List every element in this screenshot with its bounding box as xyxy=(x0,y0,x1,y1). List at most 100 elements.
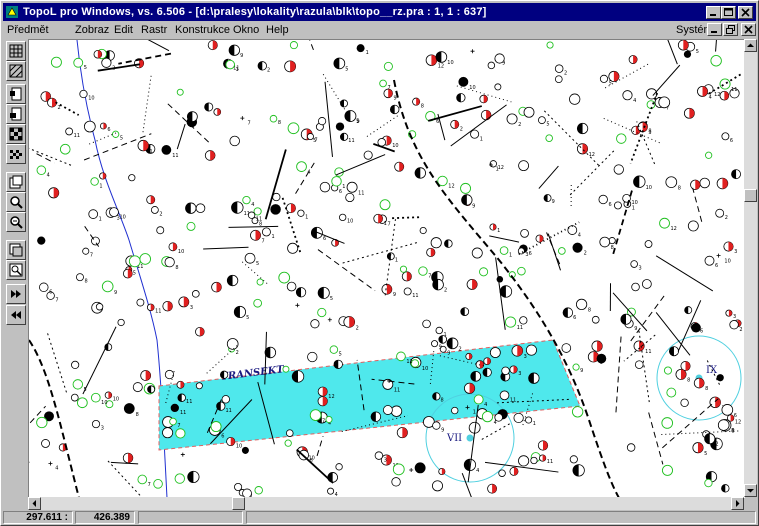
tree-symbol: 9 xyxy=(572,363,583,374)
svg-text:8: 8 xyxy=(611,245,614,251)
tree-symbol: 2 xyxy=(150,206,163,217)
tree-symbol xyxy=(156,226,165,235)
map-line xyxy=(391,216,420,220)
tree-symbol xyxy=(717,419,730,431)
tree-symbol xyxy=(668,346,679,357)
tree-symbol xyxy=(285,429,294,437)
menu-help[interactable]: Help xyxy=(266,24,289,36)
tree-symbol xyxy=(479,94,488,104)
app-icon[interactable] xyxy=(5,5,19,19)
select-tool[interactable] xyxy=(6,84,26,104)
menu-edit[interactable]: Edit xyxy=(114,24,133,36)
window-title: TopoL pro Windows, vs. 6.506 - [d:\prale… xyxy=(23,6,487,18)
select-area-tool[interactable] xyxy=(6,104,26,124)
menu-zobraz[interactable]: Zobraz xyxy=(75,24,109,36)
svg-text:7: 7 xyxy=(55,298,58,304)
tree-symbol xyxy=(317,396,328,407)
tree-symbol xyxy=(327,472,338,483)
svg-text:3: 3 xyxy=(525,252,528,258)
mdi-restore-button[interactable] xyxy=(723,23,738,36)
tree-symbol xyxy=(677,40,689,51)
minimize-icon xyxy=(710,14,716,16)
scroll-down-button[interactable] xyxy=(744,484,757,497)
tree-symbol xyxy=(546,41,554,49)
checker-tool[interactable] xyxy=(6,124,26,144)
zoom-out-tool[interactable] xyxy=(6,212,26,232)
tree-symbol: 4 xyxy=(463,458,479,474)
horizontal-scrollbar[interactable] xyxy=(28,497,744,510)
title-bar[interactable]: TopoL pro Windows, vs. 6.506 - [d:\prale… xyxy=(3,3,756,21)
tree-symbol xyxy=(644,240,653,248)
status-y-coordinate: 426.389 xyxy=(93,512,130,523)
tree-symbol xyxy=(147,385,156,394)
svg-text:4: 4 xyxy=(55,465,58,471)
tree-symbol xyxy=(430,237,442,249)
previous-tool[interactable] xyxy=(6,305,26,325)
minimize-icon xyxy=(711,31,717,33)
tree-symbol xyxy=(576,122,589,135)
vertical-scrollbar[interactable] xyxy=(744,39,757,497)
maximize-button[interactable] xyxy=(721,6,736,19)
vertical-scroll-thumb[interactable] xyxy=(744,189,757,202)
tree-symbol xyxy=(487,61,496,70)
mdi-close-button[interactable] xyxy=(741,23,756,36)
grid-diagonal-icon xyxy=(9,64,23,78)
map-svg[interactable]: TRANSEKT VII IX 118186144123288512516168… xyxy=(29,40,745,498)
tree-symbol: 4 xyxy=(48,461,58,471)
zoom-in-tool[interactable] xyxy=(6,192,26,212)
tree-symbol xyxy=(340,99,348,108)
next-tool[interactable] xyxy=(6,284,26,304)
menu-konstrukce[interactable]: Konstrukce xyxy=(175,24,230,36)
svg-text:8: 8 xyxy=(278,120,281,126)
tree-symbol: 5 xyxy=(329,345,342,357)
tree-symbol xyxy=(494,413,503,422)
layers-tool[interactable] xyxy=(6,144,26,164)
zoom-window-tool[interactable] xyxy=(6,260,26,280)
horizontal-scroll-thumb[interactable] xyxy=(232,497,245,510)
tree-symbol xyxy=(518,160,530,172)
checker-icon xyxy=(9,127,23,141)
tree-symbol xyxy=(204,102,214,112)
map-line xyxy=(82,326,117,395)
pan-tool[interactable] xyxy=(6,172,26,192)
grid-tool[interactable] xyxy=(6,41,26,61)
redraw-tool[interactable] xyxy=(6,240,26,260)
tree-symbol: 5 xyxy=(538,116,550,128)
map-canvas[interactable]: TRANSEKT VII IX 118186144123288512516168… xyxy=(28,39,745,498)
previous-icon xyxy=(11,311,21,319)
svg-text:1: 1 xyxy=(509,252,512,258)
scroll-up-button[interactable] xyxy=(744,39,757,52)
menu-okno[interactable]: Okno xyxy=(233,24,259,36)
tree-symbol xyxy=(226,338,239,350)
mdi-minimize-button[interactable] xyxy=(707,23,722,36)
svg-text:5: 5 xyxy=(704,451,707,457)
svg-text:5: 5 xyxy=(447,341,450,347)
tree-symbol xyxy=(591,315,600,324)
tree-symbol xyxy=(626,443,636,452)
tree-symbol xyxy=(456,93,466,103)
scroll-right-button[interactable] xyxy=(731,497,744,510)
tree-symbol xyxy=(683,50,692,58)
map-line xyxy=(648,412,664,465)
svg-text:9: 9 xyxy=(580,368,583,374)
svg-text:8: 8 xyxy=(588,308,591,314)
tree-symbol xyxy=(699,177,710,189)
close-button[interactable] xyxy=(738,6,753,19)
tree-symbol: 9 xyxy=(383,88,397,102)
scroll-left-button[interactable] xyxy=(28,497,41,510)
tree-symbol xyxy=(153,479,163,489)
minimize-button[interactable] xyxy=(706,6,721,19)
pan-icon xyxy=(9,175,23,189)
svg-text:12: 12 xyxy=(406,359,412,365)
tree-symbol: 11 xyxy=(339,132,355,144)
svg-text:11: 11 xyxy=(394,387,400,393)
tree-symbol xyxy=(513,412,524,424)
maximize-icon xyxy=(724,8,733,16)
grid-diagonal-tool[interactable] xyxy=(6,61,26,81)
menu-rastr[interactable]: Rastr xyxy=(141,24,167,36)
tree-symbol xyxy=(705,151,713,159)
tree-symbol xyxy=(213,108,222,116)
tree-symbol xyxy=(335,122,345,131)
menu-predmet[interactable]: Předmět xyxy=(7,24,49,36)
tree-symbol xyxy=(684,306,693,315)
